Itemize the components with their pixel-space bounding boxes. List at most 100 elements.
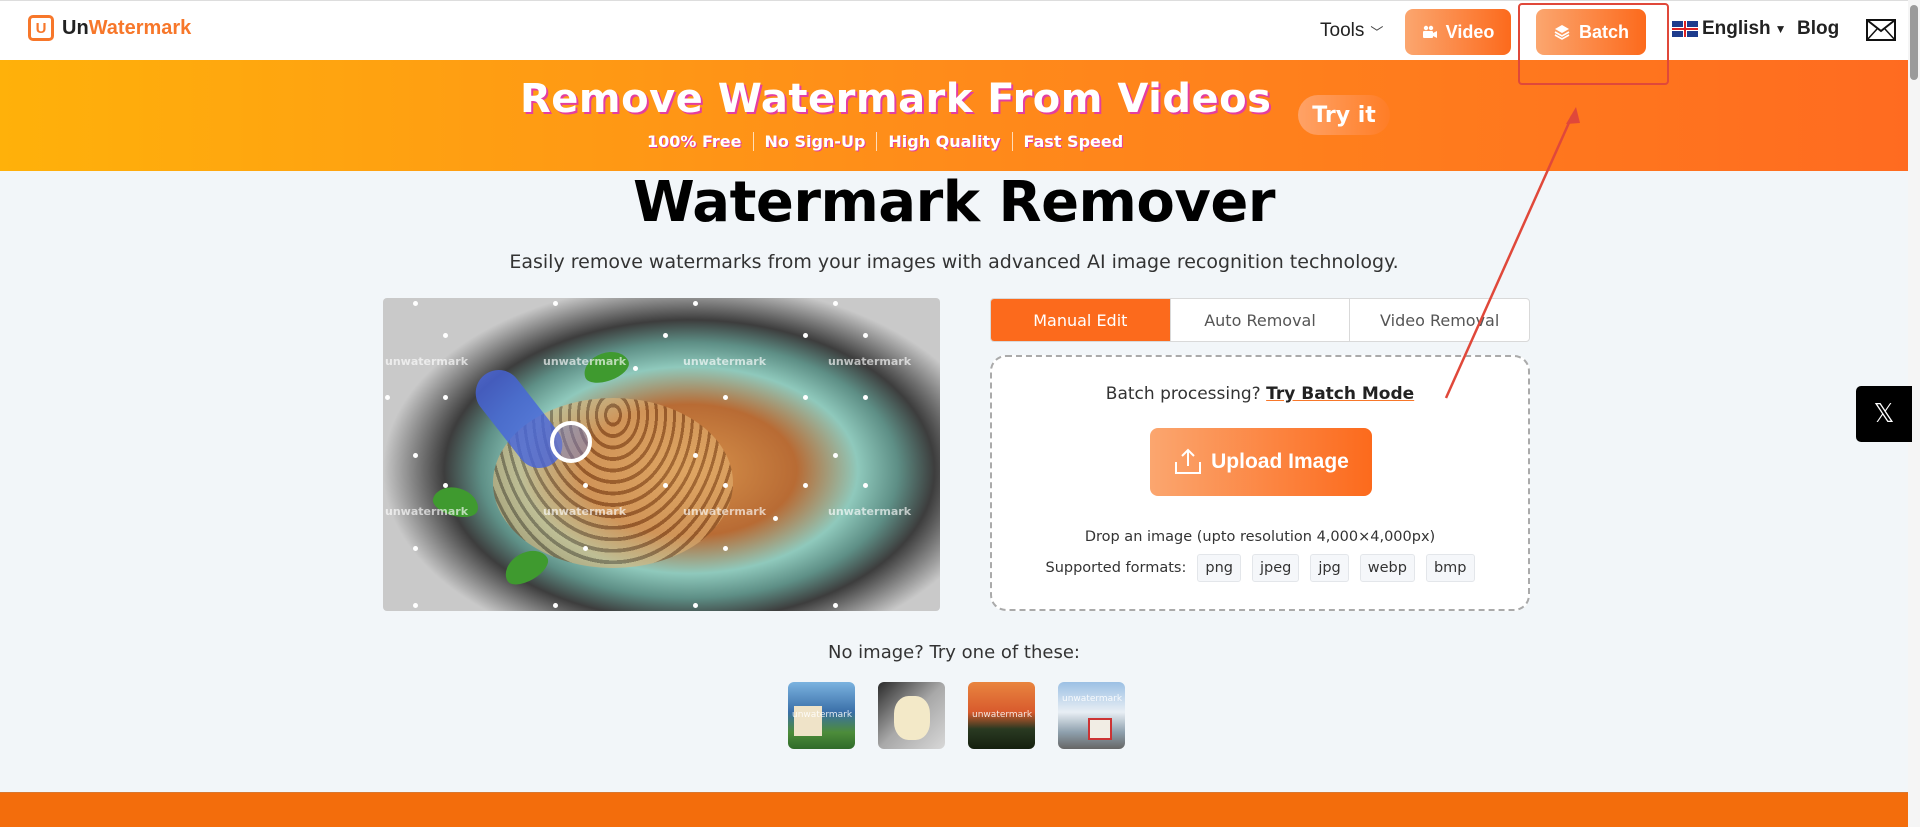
blog-link[interactable]: Blog (1797, 18, 1839, 40)
grid-dot (803, 395, 808, 400)
site-header: U UnWatermark Tools ﹀ Video Batch Englis… (0, 0, 1908, 60)
logo-icon: U (28, 15, 54, 41)
demo-image: unwatermark unwatermark unwatermark unwa… (383, 298, 940, 611)
watermark-text: unwatermark (828, 505, 912, 518)
grid-dot (663, 483, 668, 488)
grid-dot (443, 483, 448, 488)
grid-dot (833, 603, 838, 608)
footer-section (0, 792, 1908, 827)
page-title: Watermark Remover (633, 170, 1275, 235)
grid-dot (863, 483, 868, 488)
tools-label: Tools (1320, 20, 1365, 41)
watermark-text: unwatermark (683, 355, 767, 368)
promo-banner[interactable]: Remove Watermark From Videos 100% Free N… (0, 60, 1908, 171)
upload-image-button[interactable]: Upload Image (1150, 428, 1372, 496)
banner-features: 100% Free No Sign-Up High Quality Fast S… (636, 132, 1134, 151)
watermark-text: unwatermark (828, 355, 912, 368)
banner-feature: No Sign-Up (752, 132, 877, 151)
banner-feature: High Quality (876, 132, 1011, 151)
grid-dot (693, 301, 698, 306)
tab-auto-removal[interactable]: Auto Removal (1169, 299, 1350, 341)
batch-button[interactable]: Batch (1536, 9, 1646, 55)
sample-sunset[interactable]: unwatermark (968, 682, 1035, 749)
upload-image-label: Upload Image (1211, 450, 1349, 473)
sample-watermark: unwatermark (792, 710, 853, 720)
x-share-button[interactable]: 𝕏 (1856, 386, 1912, 442)
formats-label: Supported formats: (1045, 560, 1187, 576)
format-badge: jpeg (1251, 554, 1300, 582)
grid-dot (443, 333, 448, 338)
bus-shape (1088, 718, 1112, 740)
grid-dot (723, 395, 728, 400)
grid-dot (723, 546, 728, 551)
grid-dot (863, 333, 868, 338)
mode-tabs: Manual Edit Auto Removal Video Removal (990, 298, 1530, 342)
grid-dot (833, 453, 838, 458)
sample-watermark: unwatermark (1062, 694, 1123, 704)
nav-tools-menu[interactable]: Tools ﹀ (1320, 9, 1383, 53)
batch-prompt: Batch processing? Try Batch Mode (992, 384, 1528, 404)
grid-dot (385, 395, 390, 400)
watermark-text: unwatermark (543, 505, 627, 518)
language-selector[interactable]: English ▼ (1672, 18, 1787, 40)
grid-dot (413, 453, 418, 458)
upload-dropzone[interactable]: Batch processing? Try Batch Mode Upload … (990, 355, 1530, 611)
drop-instructions: Drop an image (upto resolution 4,000×4,0… (1084, 529, 1436, 545)
try-batch-mode-link[interactable]: Try Batch Mode (1266, 384, 1414, 404)
grid-dot (723, 483, 728, 488)
video-camera-icon (1422, 25, 1437, 38)
sample-cat[interactable] (878, 682, 945, 749)
video-button-label: Video (1445, 21, 1495, 42)
tab-manual-edit[interactable]: Manual Edit (991, 299, 1170, 341)
format-badge: jpg (1310, 554, 1349, 582)
cat-shape (894, 696, 930, 740)
batch-button-label: Batch (1578, 21, 1629, 42)
grid-dot (553, 301, 558, 306)
scrollbar-thumb[interactable] (1910, 5, 1918, 80)
chevron-down-icon: ﹀ (1370, 24, 1384, 40)
video-button[interactable]: Video (1405, 9, 1511, 55)
watermark-text: unwatermark (543, 355, 627, 368)
format-badge: png (1197, 554, 1241, 582)
language-label: English (1702, 18, 1771, 39)
grid-dot (583, 483, 588, 488)
grid-dot (553, 603, 558, 608)
sample-images: unwatermark unwatermark unwatermark (788, 682, 1125, 749)
banner-feature: 100% Free (647, 132, 742, 151)
grid-dot (413, 301, 418, 306)
grid-dot (443, 395, 448, 400)
try-it-button[interactable]: Try it (1298, 95, 1390, 135)
tab-video-removal[interactable]: Video Removal (1349, 299, 1529, 341)
page-subtitle: Easily remove watermarks from your image… (509, 251, 1399, 273)
watermark-text: unwatermark (385, 505, 469, 518)
banner-title: Remove Watermark From Videos (520, 76, 1272, 122)
sample-house[interactable]: unwatermark (788, 682, 855, 749)
logo-text: UnWatermark (62, 17, 191, 40)
grid-dot (863, 395, 868, 400)
grid-dot (803, 333, 808, 338)
grid-dot (583, 546, 588, 551)
uk-flag-icon (1672, 21, 1698, 37)
x-logo-icon: 𝕏 (1873, 399, 1895, 429)
caret-down-icon: ▼ (1774, 22, 1787, 36)
supported-formats: Supported formats: png jpeg jpg webp bmp (992, 554, 1528, 582)
grid-dot (803, 483, 808, 488)
grid-dot (413, 546, 418, 551)
watermark-text: unwatermark (683, 505, 767, 518)
samples-label: No image? Try one of these: (827, 642, 1080, 663)
upload-icon (1175, 448, 1202, 474)
sample-bus[interactable]: unwatermark (1058, 682, 1125, 749)
format-badge: webp (1359, 554, 1415, 582)
watermark-text: unwatermark (385, 355, 469, 368)
logo-text-prefix: Un (62, 16, 89, 39)
grid-dot (413, 603, 418, 608)
grid-dot (833, 301, 838, 306)
batch-prompt-text: Batch processing? (1105, 384, 1261, 404)
logo-text-suffix: Watermark (88, 16, 192, 39)
grid-dot (633, 366, 638, 371)
layers-icon (1554, 25, 1570, 40)
banner-feature: Fast Speed (1011, 132, 1135, 151)
mail-icon[interactable] (1866, 19, 1896, 41)
logo[interactable]: U UnWatermark (28, 15, 191, 41)
grid-dot (663, 333, 668, 338)
